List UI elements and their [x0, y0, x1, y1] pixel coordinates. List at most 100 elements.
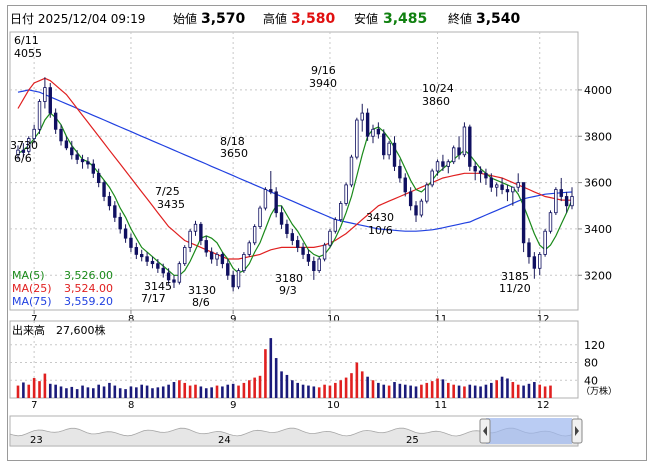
- candle: [398, 165, 402, 179]
- candle: [64, 140, 69, 149]
- volume-bar: [48, 383, 52, 398]
- volume-bar: [124, 389, 127, 398]
- candle: [376, 128, 381, 135]
- candle: [188, 230, 192, 248]
- volume-bar: [285, 374, 289, 398]
- volume-bar: [425, 382, 429, 398]
- candle: [156, 263, 160, 269]
- volume-bar: [188, 385, 192, 398]
- volume-bar: [543, 386, 547, 398]
- volume-bar: [135, 387, 138, 398]
- volume-bar: [452, 384, 455, 398]
- candle: [494, 184, 499, 188]
- candle: [532, 256, 537, 269]
- volume-tick-label: 40: [584, 374, 598, 387]
- annotation-line2: 3940: [309, 77, 337, 90]
- annotation-line1: 3430: [366, 211, 394, 224]
- navigator-year-label: 23: [30, 435, 43, 446]
- volume-bar: [371, 380, 375, 398]
- navigator-selection[interactable]: [486, 418, 572, 444]
- volume-bar: [253, 377, 256, 398]
- candle: [118, 216, 122, 230]
- candle: [425, 184, 429, 202]
- candle: [107, 196, 112, 207]
- candle: [564, 196, 569, 207]
- volume-bar: [350, 373, 353, 398]
- candle: [414, 205, 418, 216]
- candle: [279, 212, 284, 225]
- volume-bar: [393, 382, 396, 398]
- candle: [53, 112, 58, 130]
- volume-bar: [323, 384, 326, 398]
- volume-bar: [457, 385, 461, 398]
- volume-bar: [22, 382, 25, 398]
- volume-bar: [387, 385, 391, 398]
- candle: [258, 207, 262, 227]
- volume-bar: [296, 382, 299, 398]
- volume-bar: [549, 385, 552, 398]
- volume-bar: [242, 382, 246, 398]
- month-label-volume: 8: [128, 400, 134, 411]
- volume-bar: [32, 378, 36, 398]
- volume-bar: [237, 385, 240, 398]
- volume-bar: [183, 382, 187, 398]
- candle: [339, 203, 343, 221]
- legend-ma25-label: MA(25): [12, 282, 52, 295]
- month-label-volume: 10: [327, 400, 340, 411]
- volume-bar: [291, 380, 294, 398]
- candle: [365, 112, 370, 137]
- candle: [252, 226, 257, 244]
- stock-chart[interactable]: 7 8 9 10 11 12 4000 3800 3600 3400 3200 6/114055 373…: [0, 0, 653, 470]
- candle: [80, 159, 85, 163]
- candle: [199, 223, 203, 241]
- volume-bar: [382, 384, 386, 398]
- candle: [134, 247, 139, 255]
- candle: [43, 87, 47, 102]
- volume-bar: [16, 385, 20, 398]
- volume-bar: [334, 382, 337, 398]
- volume-bar: [344, 377, 348, 398]
- candle: [102, 182, 106, 197]
- volume-bar: [178, 380, 181, 398]
- candle: [489, 177, 494, 188]
- candle: [285, 223, 289, 234]
- candle: [516, 182, 520, 188]
- price-tick-label: 4000: [584, 84, 612, 97]
- month-label-volume: 9: [230, 400, 236, 411]
- annotation-line2: 11/20: [499, 282, 531, 295]
- candle: [505, 189, 510, 193]
- volume-bar: [522, 385, 525, 398]
- annotation-line1: 9/16: [311, 64, 336, 77]
- volume-bar: [194, 384, 197, 398]
- volume-bar: [377, 382, 380, 398]
- candle: [333, 219, 338, 232]
- candle: [484, 172, 488, 179]
- volume-bar: [500, 376, 504, 398]
- month-label-volume: 11: [435, 400, 448, 411]
- candle: [473, 165, 477, 172]
- volume-bar: [113, 385, 117, 398]
- candle: [215, 253, 219, 260]
- navigator-year-label: 24: [218, 435, 231, 446]
- candle: [446, 161, 450, 167]
- candle: [441, 161, 445, 167]
- annotation-line2: 4055: [14, 47, 42, 60]
- candle: [274, 191, 278, 214]
- volume-bar: [118, 388, 122, 398]
- volume-bar: [161, 386, 165, 398]
- candle: [317, 258, 321, 272]
- volume-bar: [490, 382, 493, 398]
- volume-bar: [92, 388, 95, 398]
- volume-bar: [473, 385, 477, 398]
- candle: [204, 240, 208, 253]
- candle: [468, 126, 472, 167]
- price-tick-label: 3800: [584, 130, 612, 143]
- navigator-year-label: 25: [406, 435, 419, 446]
- candle: [344, 184, 348, 204]
- candle: [96, 172, 101, 183]
- volume-bar: [409, 385, 412, 398]
- candle: [91, 163, 96, 174]
- candle: [123, 228, 128, 239]
- volume-bar: [360, 371, 364, 398]
- volume-bar: [301, 384, 305, 398]
